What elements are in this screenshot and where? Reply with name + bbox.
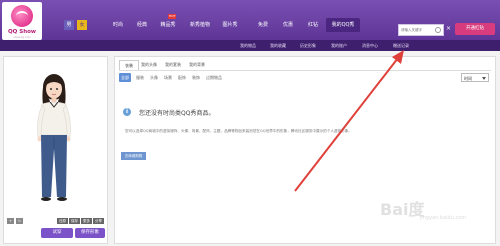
sort-select[interactable]: 时间 — [461, 73, 489, 82]
search-input[interactable] — [399, 25, 439, 35]
filter-scene[interactable]: 场景 — [163, 73, 173, 82]
nav-item-new-show[interactable]: 新秀植物 — [186, 18, 214, 32]
subnav-my-account[interactable]: 我的账户 — [331, 40, 347, 51]
tab-my-suits[interactable]: 我的套装 — [161, 60, 185, 70]
tab-my-background[interactable]: 我的背景 — [185, 60, 209, 70]
gender-female-toggle[interactable]: 女 — [77, 20, 87, 30]
search-box — [398, 24, 444, 36]
nav-item-classic[interactable]: 经典 — [132, 18, 152, 32]
filter-expired[interactable]: 过期物品 — [205, 73, 223, 82]
subnav-history[interactable]: 历史形象 — [300, 40, 316, 51]
hot-badge: HOT — [168, 14, 177, 19]
logo-text: QQ Show — [7, 29, 36, 35]
nav-item-red-diamond[interactable]: 红钻 — [303, 18, 323, 32]
search-icon[interactable] — [435, 27, 441, 33]
tab-my-avatar[interactable]: 我的头像 — [137, 60, 161, 70]
nav-item-discount[interactable]: 优惠 — [278, 18, 298, 32]
nav-item-fashion[interactable]: 时尚 — [108, 18, 128, 32]
subnav-messages[interactable]: 消息中心 — [362, 40, 378, 51]
nav-item-my-qq-show[interactable]: 我的QQ秀 — [326, 18, 360, 32]
qq-show-logo[interactable]: QQ Show show.qq.com — [2, 2, 42, 40]
save-button[interactable]: 保存 — [69, 218, 80, 224]
logo-emblem-icon — [11, 5, 33, 27]
share-button[interactable]: 分享 — [93, 218, 104, 224]
chevron-down-icon — [482, 77, 486, 80]
go-shopping-button[interactable]: 去商城购物 — [121, 152, 146, 160]
rotate-icon[interactable]: ↻ — [16, 218, 23, 224]
zoom-icon[interactable]: + — [7, 218, 14, 224]
avatar-toolbar: + ↻ 还原 保存 更多 分享 试穿 保存形象 — [7, 218, 105, 240]
baidu-watermark: Bai度 jingyan.baidu.com — [380, 196, 490, 226]
info-icon: i — [123, 108, 131, 116]
close-icon[interactable]: × — [446, 25, 451, 32]
nav-item-boutique[interactable]: 精品秀 HOT — [156, 14, 180, 32]
app-window: QQ Show show.qq.com 男 女 时尚 经典 精品秀 HOT 新秀… — [0, 0, 500, 246]
filter-clothes[interactable]: 服装 — [135, 73, 145, 82]
filter-decoration[interactable]: 装饰 — [191, 73, 201, 82]
avatar-figure[interactable] — [4, 57, 107, 217]
top-bar: QQ Show show.qq.com 男 女 时尚 经典 精品秀 HOT 新秀… — [0, 0, 500, 40]
open-red-diamond-button[interactable]: 开通红钻 — [455, 23, 495, 35]
empty-state-title: 您还没有时尚类QQ秀商品。 — [139, 110, 215, 117]
subnav-my-items[interactable]: 我的物品 — [240, 40, 256, 51]
nav-item-free[interactable]: 免费 — [253, 18, 273, 32]
more-button[interactable]: 更多 — [81, 218, 92, 224]
reset-button[interactable]: 还原 — [57, 218, 68, 224]
empty-state-description: 您可以选择QQ商城中的虚拟服饰、头像、场景、配饰、主题，品牌等物品来装扮您在QQ… — [125, 129, 352, 133]
nav-item-boutique-label: 精品秀 — [160, 22, 176, 28]
subnav-my-favorites[interactable]: 我的收藏 — [270, 40, 286, 51]
watermark-text: Bai度 — [380, 200, 425, 219]
filter-all[interactable]: 全部 — [119, 73, 131, 82]
tab-divider — [119, 70, 491, 71]
try-on-button[interactable]: 试穿 — [41, 228, 73, 238]
sort-selected-value: 时间 — [464, 76, 472, 81]
filter-accessories[interactable]: 配饰 — [177, 73, 187, 82]
gender-male-toggle[interactable]: 男 — [64, 20, 74, 30]
logo-subtext: show.qq.com — [13, 36, 31, 39]
watermark-subtext: jingyan.baidu.com — [420, 215, 467, 221]
nav-item-picture-show[interactable]: 图片秀 — [218, 18, 242, 32]
sub-nav: 我的物品 我的收藏 历史形象 我的账户 消息中心 赠送记录 — [0, 40, 500, 51]
save-image-button[interactable]: 保存形象 — [75, 228, 105, 238]
avatar-panel: + ↻ 还原 保存 更多 分享 试穿 保存形象 — [3, 56, 108, 244]
subnav-gift-records[interactable]: 赠送记录 — [393, 40, 409, 51]
filter-avatar[interactable]: 头像 — [149, 73, 159, 82]
